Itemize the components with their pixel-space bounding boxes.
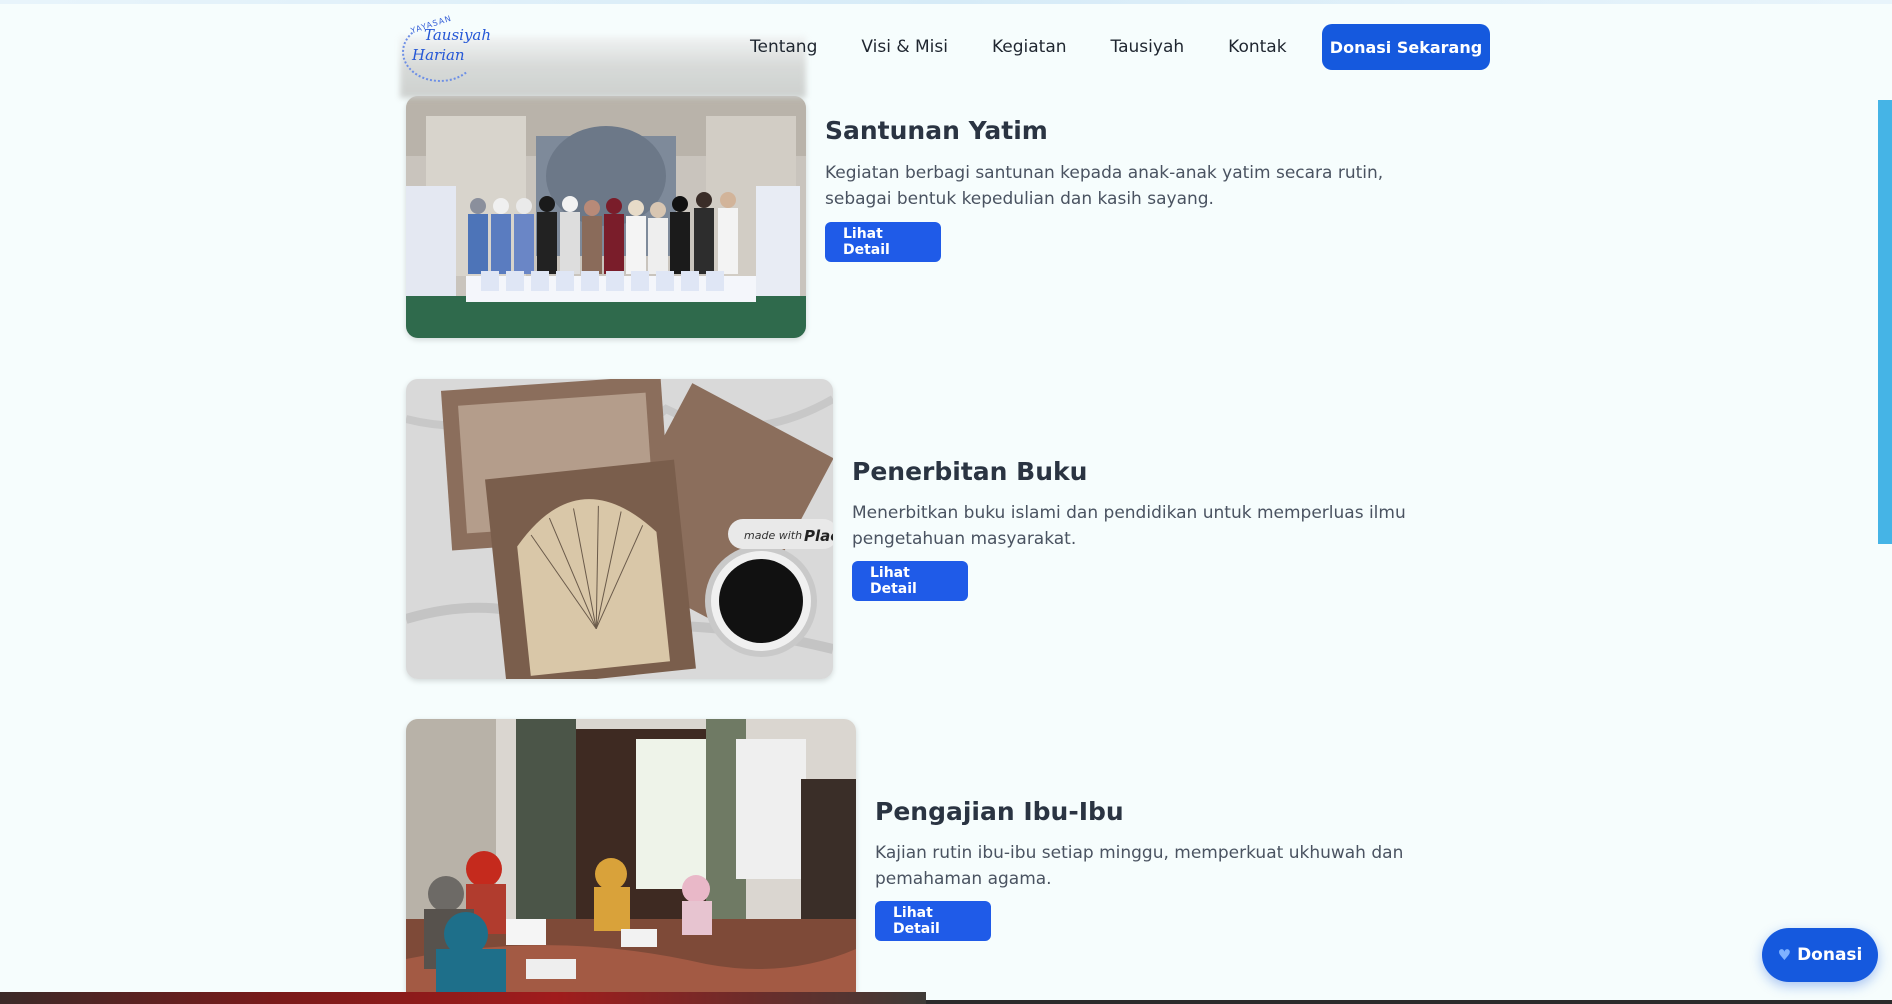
activity-description: Kajian rutin ibu-ibu setiap minggu, memp… [875, 843, 1404, 889]
svg-text:made with: made with [744, 529, 802, 542]
activity-title: Santunan Yatim [825, 116, 1048, 145]
activity-image-penerbitan: made with Plac [406, 379, 833, 679]
nav-item-tentang[interactable]: Tentang [750, 37, 817, 57]
detail-button[interactable]: Lihat Detail [825, 222, 941, 262]
floating-donate-label: Donasi [1797, 945, 1863, 965]
nav-item-tausiyah[interactable]: Tausiyah [1111, 37, 1185, 57]
floating-donate-button[interactable]: ♥ Donasi [1762, 928, 1878, 982]
activity-title: Penerbitan Buku [852, 457, 1088, 486]
donate-now-button[interactable]: Donasi Sekarang [1322, 24, 1490, 70]
scrollbar-thumb[interactable] [1878, 100, 1892, 544]
activity-title: Pengajian Ibu-Ibu [875, 797, 1124, 826]
logo-line1: Tausiyah [424, 26, 492, 44]
activity-image-pengajian [406, 719, 856, 992]
activity-description: Kegiatan berbagi santunan kepada anak-an… [825, 163, 1384, 209]
heart-icon: ♥ [1777, 946, 1792, 964]
nav-item-visi-misi[interactable]: Visi & Misi [861, 37, 948, 57]
next-section-preview [0, 992, 926, 1004]
main-nav: Tentang Visi & Misi Kegiatan Tausiyah Ko… [750, 24, 1331, 70]
activity-description: Menerbitkan buku islami dan pendidikan u… [852, 503, 1406, 549]
detail-button[interactable]: Lihat Detail [875, 901, 991, 941]
svg-text:Plac: Plac [804, 527, 833, 545]
activity-image-santunan [406, 96, 806, 338]
nav-item-kontak[interactable]: Kontak [1228, 37, 1286, 57]
detail-button[interactable]: Lihat Detail [852, 561, 968, 601]
nav-item-kegiatan[interactable]: Kegiatan [992, 37, 1067, 57]
bottom-border [926, 1000, 1892, 1004]
site-header: YAYASAN Tausiyah Harian Tentang Visi & M… [0, 0, 1892, 98]
logo-line2: Harian [412, 46, 465, 64]
logo[interactable]: YAYASAN Tausiyah Harian [398, 14, 492, 82]
